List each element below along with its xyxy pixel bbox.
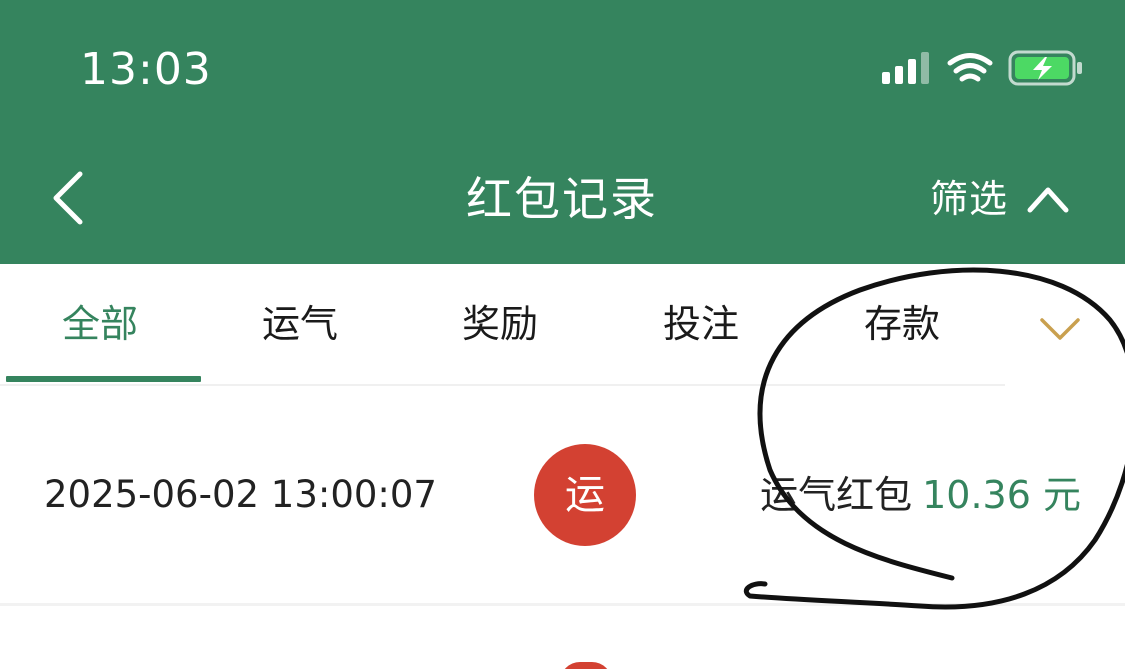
tab-luck[interactable]: 运气 [200, 264, 400, 384]
battery-charging-icon [1008, 50, 1082, 86]
next-record-badge [560, 662, 612, 669]
tab-deposit[interactable]: 存款 [802, 264, 1002, 384]
page-title: 红包记录 [466, 172, 658, 226]
chevron-left-icon [53, 171, 83, 225]
red-packet-records-screen: 13:03 红包记录 筛选 全部 运气 奖励 投注 存款 2025-06-02 … [0, 0, 1125, 669]
active-tab-indicator [6, 376, 201, 382]
tab-reward[interactable]: 奖励 [400, 264, 600, 384]
tab-all[interactable]: 全部 [0, 264, 200, 384]
category-tabs: 全部 运气 奖励 投注 存款 [0, 264, 1125, 384]
app-header: 13:03 红包记录 筛选 [0, 0, 1125, 264]
filter-button[interactable]: 筛选 [930, 170, 1070, 228]
status-icons [882, 50, 1082, 86]
status-time: 13:03 [80, 44, 212, 95]
record-type-label: 运气红包 [760, 473, 913, 517]
record-amount: 运气红包 10.36 元 [760, 466, 1081, 524]
cellular-signal-icon [882, 52, 929, 84]
wifi-icon [947, 53, 993, 82]
row-divider [0, 603, 1125, 606]
chevron-up-icon [1027, 187, 1069, 213]
record-type-badge: 运 [534, 444, 636, 546]
more-tabs-button[interactable] [1030, 300, 1090, 360]
tab-bet[interactable]: 投注 [601, 264, 801, 384]
record-time: 2025-06-02 13:00:07 [44, 473, 437, 516]
chevron-down-icon [1040, 318, 1080, 340]
record-row[interactable]: 2025-06-02 13:00:07 运 运气红包 10.36 元 [0, 386, 1125, 604]
record-amount-value: 10.36 元 [922, 473, 1081, 517]
filter-label: 筛选 [930, 177, 1009, 221]
back-button[interactable] [40, 166, 104, 230]
